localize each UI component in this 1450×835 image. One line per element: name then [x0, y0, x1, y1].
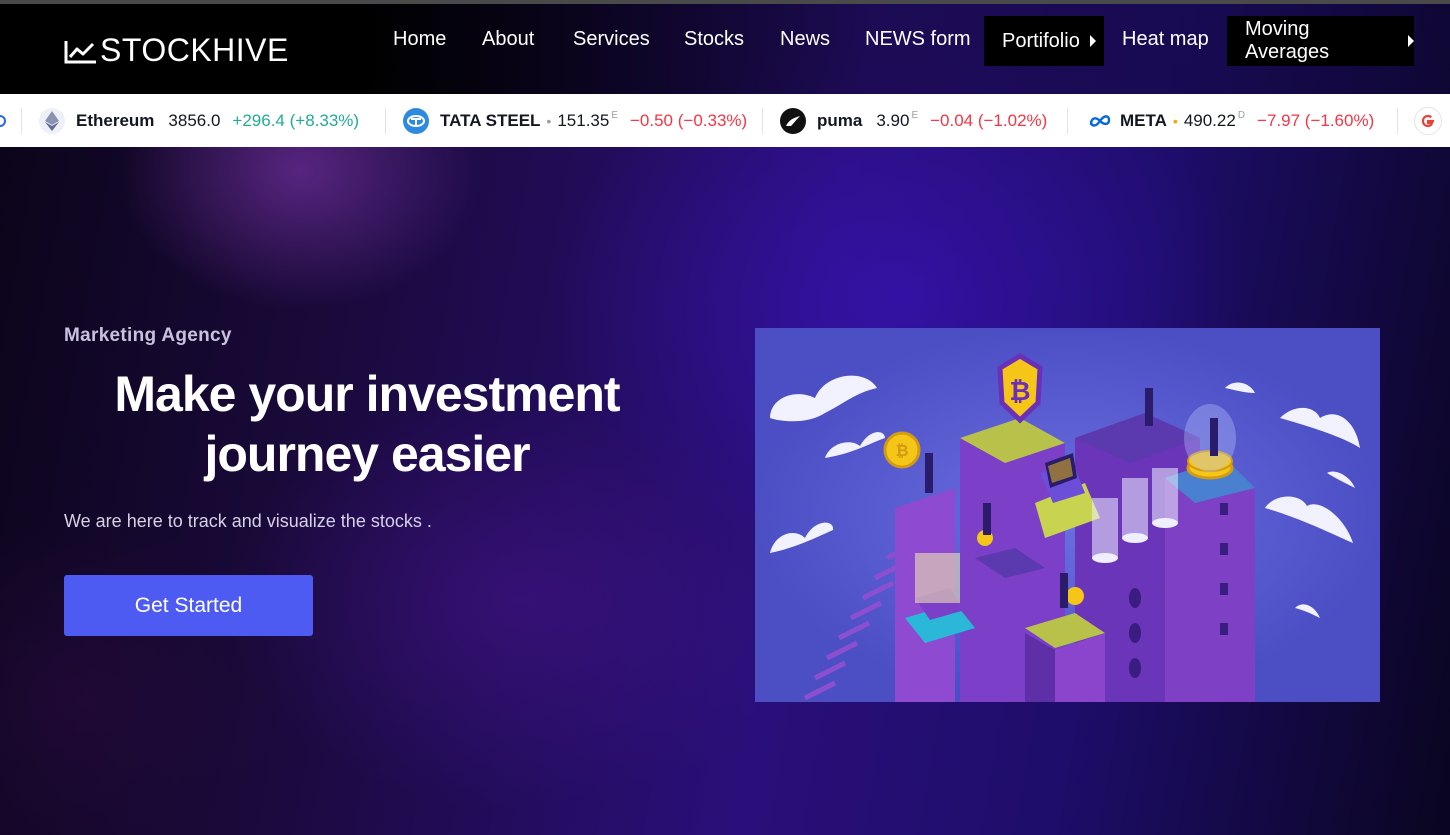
ticker-edge-fragment [0, 94, 6, 147]
crypto-isometric-illustration: ₿ ₿ [755, 328, 1380, 702]
ticker-separator [1067, 94, 1068, 147]
ticker-price: 3.90 [876, 110, 910, 130]
ticker-flag: E [611, 110, 618, 121]
svg-text:₿: ₿ [1009, 376, 1030, 406]
nav-heat-map[interactable]: Heat map [1122, 28, 1209, 51]
navbar: STOCKHIVE Home About Services Stocks New… [0, 4, 1450, 94]
hero-subtitle: We are here to track and visualize the s… [64, 511, 432, 531]
ticker-price: 3856.0 [168, 110, 221, 130]
hero-eyebrow: Marketing Agency [64, 325, 232, 346]
ticker-change: −7.97 (−1.60%) [1257, 110, 1375, 130]
ticker-change: +296.4 (+8.33%) [232, 110, 360, 130]
headline-line-2: journey easier [204, 426, 530, 482]
ticker-separator [385, 94, 386, 147]
headline-line-1: Make your investment [114, 366, 620, 422]
nav-services[interactable]: Services [573, 28, 650, 51]
ticker-item-meta[interactable]: META • 490.22 D −7.97 (−1.60%) [1087, 94, 1374, 147]
hero-illustration: ₿ ₿ [755, 328, 1380, 702]
ticker-edge-fragment [1414, 94, 1450, 147]
ticker-separator [1397, 94, 1398, 147]
stock-ticker-tape: Ethereum 3856.0 +296.4 (+8.33%) TATA STE… [0, 94, 1450, 147]
meta-icon [1087, 107, 1113, 134]
glowing-box [915, 553, 960, 603]
ticker-name: TATA STEEL [440, 110, 541, 130]
ticker-change: −0.50 (−0.33%) [630, 110, 748, 130]
ticker-name: Ethereum [76, 110, 155, 130]
ticker-change: −0.04 (−1.02%) [930, 110, 1048, 130]
ticker-item-ethereum[interactable]: Ethereum 3856.0 +296.4 (+8.33%) [39, 94, 359, 147]
ticker-flag: D [1237, 110, 1246, 121]
brand-name: STOCKHIVE [100, 32, 289, 68]
nav-portfolio-label: Portifolio [1002, 29, 1080, 52]
ticker-separator [762, 94, 763, 147]
get-started-button[interactable]: Get Started [64, 575, 313, 636]
ticker-price: 151.35 [557, 110, 610, 130]
svg-text:₿: ₿ [895, 442, 908, 460]
market-status-dot: • [546, 112, 552, 129]
ticker-price: 490.22 [1183, 110, 1236, 130]
brand-logo[interactable]: STOCKHIVE [64, 32, 289, 69]
nav-home[interactable]: Home [393, 28, 446, 51]
nav-portfolio-dropdown[interactable]: Portifolio [984, 16, 1104, 66]
nav-moving-averages-label: Moving Averages [1245, 18, 1330, 63]
ticker-item-puma[interactable]: puma 3.90 E −0.04 (−1.02%) [780, 94, 1047, 147]
tata-icon [403, 107, 429, 134]
ticker-name: puma [817, 110, 863, 130]
chart-logo-icon [64, 40, 96, 63]
nav-about[interactable]: About [482, 28, 534, 51]
ticker-flag: E [911, 110, 919, 121]
ticker-item-tata-steel[interactable]: TATA STEEL • 151.35 E −0.50 (−0.33%) [403, 94, 747, 147]
nav-stocks[interactable]: Stocks [684, 28, 744, 51]
ticker-name: META [1120, 110, 1167, 130]
google-icon [1414, 106, 1442, 135]
nav-moving-averages-dropdown[interactable]: Moving Averages [1227, 16, 1414, 66]
ethereum-icon [39, 107, 65, 134]
ticker-separator [21, 94, 22, 147]
puma-icon [780, 107, 806, 134]
caret-right-icon [1089, 35, 1096, 47]
caret-right-icon [1408, 35, 1414, 47]
nav-news-form[interactable]: NEWS form [865, 28, 971, 51]
nav-news[interactable]: News [780, 28, 830, 51]
market-status-dot: • [1172, 112, 1178, 129]
hero-headline: Make your investment journey easier [64, 364, 670, 484]
